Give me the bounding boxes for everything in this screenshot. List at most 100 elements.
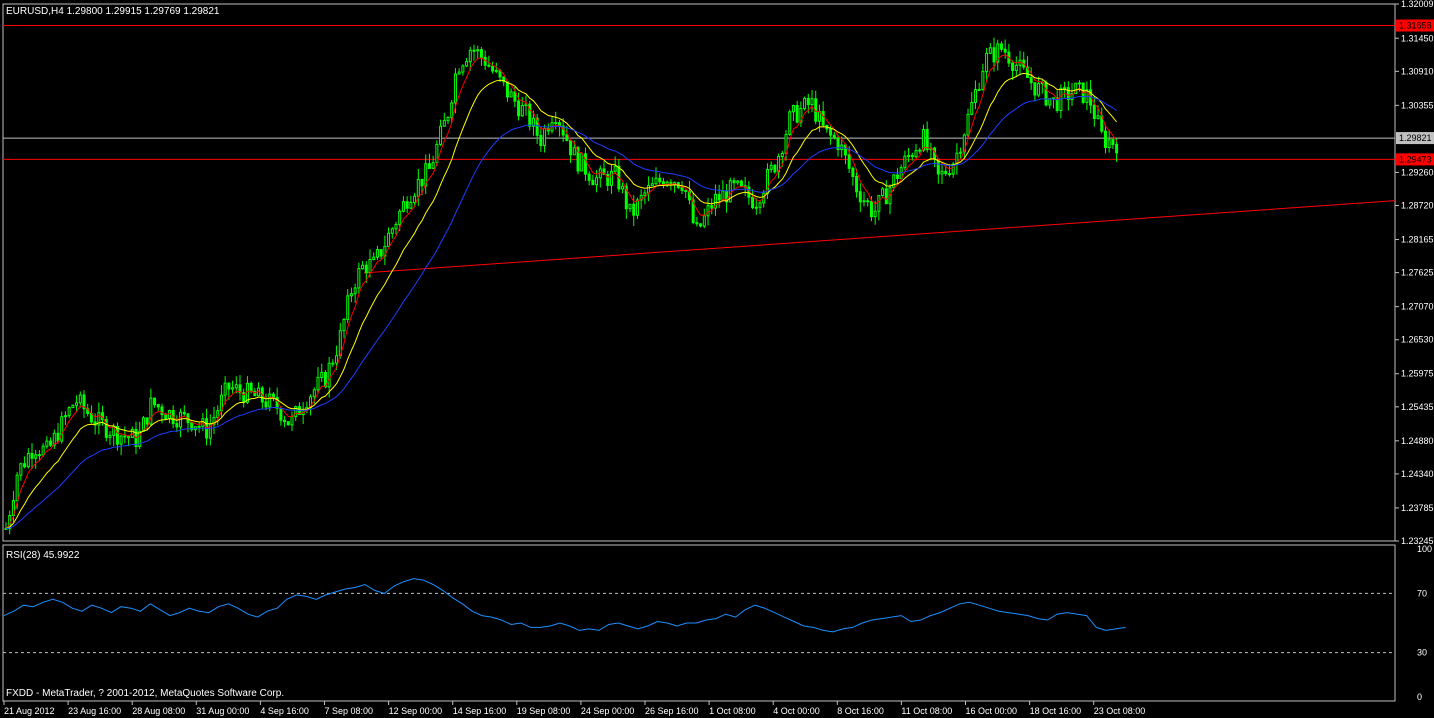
candle-body bbox=[30, 452, 34, 459]
candle-body bbox=[1014, 64, 1018, 71]
candle-body bbox=[791, 105, 795, 113]
candle-body bbox=[264, 401, 268, 408]
candle-body bbox=[736, 180, 740, 184]
candle-body bbox=[517, 100, 521, 117]
candle-body bbox=[554, 122, 558, 125]
candle-body bbox=[520, 104, 524, 117]
price-tick-label: 1.27070 bbox=[1401, 302, 1434, 312]
candle-body bbox=[981, 70, 985, 90]
price-label-text: 1.31658 bbox=[1399, 21, 1432, 31]
rsi-tick-label: 70 bbox=[1417, 588, 1427, 598]
candle-body bbox=[587, 173, 591, 181]
candle-body bbox=[320, 371, 324, 379]
candle-body bbox=[427, 163, 431, 169]
candle-body bbox=[316, 377, 320, 391]
time-tick-label: 28 Aug 08:00 bbox=[132, 706, 185, 716]
candle-body bbox=[609, 170, 613, 186]
candle-body bbox=[312, 389, 316, 398]
candle-body bbox=[353, 287, 357, 295]
candle-body bbox=[643, 192, 647, 196]
candle-body bbox=[925, 129, 929, 150]
candle-body bbox=[539, 134, 543, 147]
candle-body bbox=[1096, 115, 1100, 120]
candle-body bbox=[647, 185, 651, 194]
candle-body bbox=[884, 188, 888, 205]
candle-body bbox=[699, 223, 703, 227]
candle-body bbox=[832, 134, 836, 139]
candle-body bbox=[632, 203, 636, 216]
candle-body bbox=[780, 152, 784, 157]
price-tick-label: 1.24880 bbox=[1401, 436, 1434, 446]
candle-body bbox=[446, 117, 450, 122]
candle-body bbox=[387, 232, 391, 247]
candle-body bbox=[331, 362, 335, 365]
candle-body bbox=[1044, 82, 1048, 106]
candle-body bbox=[71, 404, 75, 409]
candle-body bbox=[286, 421, 290, 426]
price-tick-label: 1.32009 bbox=[1401, 0, 1434, 9]
candle-body bbox=[881, 188, 885, 197]
candle-body bbox=[368, 259, 372, 274]
candle-body bbox=[1111, 139, 1115, 146]
candle-body bbox=[26, 452, 30, 468]
candle-body bbox=[268, 393, 272, 408]
price-tick-label: 1.30355 bbox=[1401, 100, 1434, 110]
candle-body bbox=[420, 178, 424, 187]
candle-body bbox=[431, 162, 435, 169]
candle-body bbox=[405, 201, 409, 209]
candle-body bbox=[494, 69, 498, 72]
candle-body bbox=[621, 185, 625, 190]
price-tick-label: 1.24340 bbox=[1401, 469, 1434, 479]
candle-body bbox=[472, 49, 476, 52]
candle-body bbox=[970, 101, 974, 115]
candle-body bbox=[390, 228, 394, 234]
candle-body bbox=[119, 435, 123, 445]
candle-body bbox=[75, 402, 79, 406]
price-tick-label: 1.25975 bbox=[1401, 369, 1434, 379]
time-tick-label: 4 Oct 00:00 bbox=[773, 706, 820, 716]
candle-body bbox=[821, 111, 825, 126]
candle-body bbox=[249, 382, 253, 392]
price-tick-label: 1.26530 bbox=[1401, 335, 1434, 345]
symbol-header: EURUSD,H4 1.29800 1.29915 1.29769 1.2982… bbox=[6, 6, 220, 17]
rsi-tick-label: 30 bbox=[1417, 648, 1427, 658]
candle-body bbox=[167, 410, 171, 420]
candle-body bbox=[751, 196, 755, 209]
candle-body bbox=[19, 463, 23, 476]
candle-body bbox=[160, 406, 164, 416]
candle-body bbox=[977, 88, 981, 91]
candle-body bbox=[290, 416, 294, 426]
candle-body bbox=[613, 165, 617, 172]
candle-body bbox=[829, 128, 833, 136]
candle-body bbox=[156, 404, 160, 408]
candle-body bbox=[145, 417, 149, 425]
rsi-title: RSI(28) 45.9922 bbox=[6, 550, 80, 561]
candle-body bbox=[947, 173, 951, 176]
candle-body bbox=[732, 180, 736, 184]
candle-body bbox=[56, 432, 60, 442]
candle-body bbox=[231, 387, 235, 390]
time-tick-label: 1 Oct 08:00 bbox=[709, 706, 756, 716]
candle-body bbox=[49, 440, 53, 446]
candle-body bbox=[695, 222, 699, 225]
candle-body bbox=[862, 200, 866, 203]
candle-body bbox=[505, 81, 509, 98]
time-tick-label: 11 Oct 08:00 bbox=[901, 706, 952, 716]
candle-body bbox=[702, 215, 706, 227]
candle-body bbox=[565, 134, 569, 141]
candle-body bbox=[23, 463, 27, 468]
candle-body bbox=[1107, 139, 1111, 149]
price-label-text: 1.29473 bbox=[1399, 154, 1432, 164]
candle-body bbox=[60, 416, 64, 442]
time-tick-label: 23 Aug 16:00 bbox=[68, 706, 121, 716]
candle-body bbox=[988, 47, 992, 54]
candle-body bbox=[401, 201, 405, 212]
candle-body bbox=[476, 49, 480, 52]
copyright-footer: FXDD - MetaTrader, ? 2001-2012, MetaQuot… bbox=[6, 688, 284, 699]
candle-body bbox=[279, 407, 283, 421]
candle-body bbox=[628, 203, 632, 210]
candle-body bbox=[409, 201, 413, 209]
time-tick-label: 14 Sep 16:00 bbox=[453, 706, 507, 716]
price-tick-label: 1.31450 bbox=[1401, 33, 1434, 43]
candle-body bbox=[509, 91, 513, 98]
